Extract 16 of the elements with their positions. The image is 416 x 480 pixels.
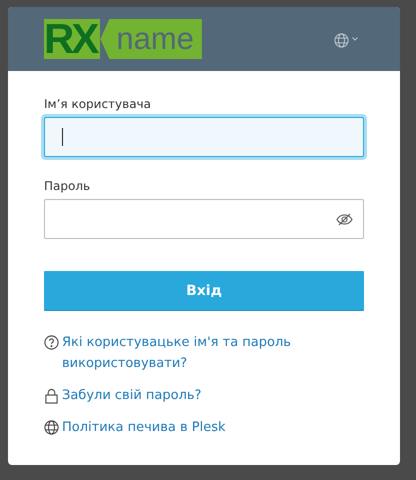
help-link[interactable]: Забули свій пароль? <box>62 385 202 406</box>
caret-icon <box>352 37 358 41</box>
help-link[interactable]: Політика печива в Plesk <box>62 417 226 438</box>
eye-off-icon[interactable] <box>336 212 353 226</box>
logo-word: name <box>100 19 202 59</box>
help-icon <box>44 335 59 350</box>
field-label: Пароль <box>44 179 92 193</box>
logo-mark: RX <box>44 19 100 59</box>
globe-icon <box>44 420 59 435</box>
username-field[interactable] <box>44 117 364 157</box>
field-label: Ім’я користувача <box>44 97 152 111</box>
globe-icon <box>334 33 349 48</box>
help-link[interactable]: Які користувацьке ім'я та пароль використовувати? <box>62 332 364 374</box>
login-button[interactable]: Вхід <box>44 271 364 311</box>
lock-icon <box>44 388 59 404</box>
password-field[interactable] <box>44 199 364 239</box>
